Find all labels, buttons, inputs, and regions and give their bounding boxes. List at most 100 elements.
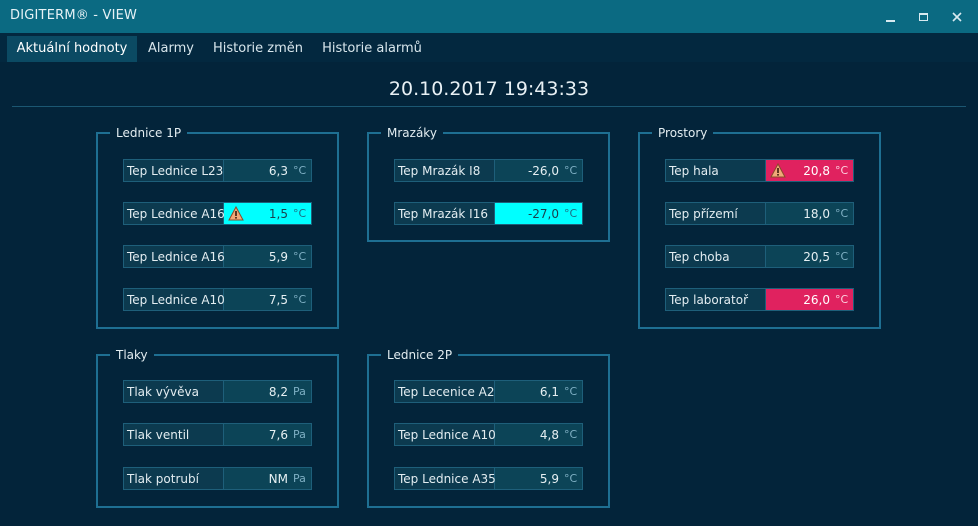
value: 7,5 bbox=[268, 293, 288, 307]
row-value-box: 8,2 Pa bbox=[224, 381, 311, 402]
unit: °C bbox=[293, 207, 307, 220]
value: 8,2 bbox=[268, 385, 288, 399]
close-button[interactable] bbox=[940, 0, 974, 33]
tab-bar: Aktuální hodnoty Alarmy Historie změn Hi… bbox=[0, 33, 978, 62]
warning-icon bbox=[770, 163, 786, 178]
value: 26,0 bbox=[803, 293, 830, 307]
row-label: Tep Lednice A35 bbox=[395, 468, 496, 489]
unit: °C bbox=[835, 164, 849, 177]
value: 20,8 bbox=[803, 164, 830, 178]
row-value-box: NM Pa bbox=[224, 468, 311, 489]
row-label: Tep Lednice L23 bbox=[124, 160, 224, 181]
row-value-box: 18,0 °C bbox=[766, 203, 853, 224]
row-label: Tep hala bbox=[666, 160, 766, 181]
unit: °C bbox=[835, 250, 849, 263]
tab-historie-zmen[interactable]: Historie změn bbox=[208, 36, 308, 62]
value: 5,9 bbox=[539, 472, 559, 486]
current-datetime: 20.10.2017 19:43:33 bbox=[388, 78, 590, 100]
row-value-box: 6,3 °C bbox=[224, 160, 311, 181]
value-row: Tep Lednice A10 7,5 °C bbox=[123, 288, 312, 311]
tab-historie-alarmu[interactable]: Historie alarmů bbox=[316, 36, 428, 62]
unit: °C bbox=[564, 207, 578, 220]
tab-alarmy[interactable]: Alarmy bbox=[141, 36, 201, 62]
unit: °C bbox=[835, 293, 849, 306]
unit: °C bbox=[564, 164, 578, 177]
row-value-box: 7,6 Pa bbox=[224, 424, 311, 445]
group-tlaky: Tlaky Tlak vývěva 8,2 Pa Tlak ventil 7,6… bbox=[96, 347, 339, 508]
group-title: Tlaky bbox=[110, 347, 154, 363]
row-value-box: 4,8 °C bbox=[495, 424, 582, 445]
value-row: Tep Lednice A35 5,9 °C bbox=[394, 467, 583, 490]
value-row: Tep Lednice L23 6,3 °C bbox=[123, 159, 312, 182]
value: 5,9 bbox=[268, 250, 288, 264]
row-value-box: 20,8 °C bbox=[766, 160, 853, 181]
row-value-box: 5,9 °C bbox=[224, 246, 311, 267]
unit: Pa bbox=[293, 472, 306, 485]
unit: °C bbox=[293, 250, 307, 263]
value-row: Tep Lecenice A23 6,1 °C bbox=[394, 380, 583, 403]
row-label: Tep Lednice A10 bbox=[124, 289, 225, 310]
group-title: Lednice 1P bbox=[110, 125, 188, 141]
group-prostory: Prostory Tep hala 20,8 °C Tep přízemí 18… bbox=[638, 125, 881, 329]
value: 6,3 bbox=[268, 164, 288, 178]
value: -27,0 bbox=[527, 207, 559, 221]
row-value-box: 1,5 °C bbox=[224, 203, 311, 224]
group-title: Prostory bbox=[652, 125, 714, 141]
unit: °C bbox=[564, 385, 578, 398]
minimize-icon bbox=[885, 19, 895, 22]
value-row: Tlak ventil 7,6 Pa bbox=[123, 423, 312, 446]
group-mrazaky: Mrazáky Tep Mrazák I8 -26,0 °C Tep Mrazá… bbox=[367, 125, 610, 242]
maximize-icon bbox=[918, 12, 928, 21]
unit: °C bbox=[293, 164, 307, 177]
minimize-button[interactable] bbox=[873, 0, 907, 33]
value: 6,1 bbox=[539, 385, 559, 399]
unit: °C bbox=[835, 207, 849, 220]
group-title: Mrazáky bbox=[381, 125, 443, 141]
maximize-button[interactable] bbox=[906, 0, 940, 33]
warning-icon bbox=[228, 206, 244, 221]
row-value-box: 6,1 °C bbox=[495, 381, 582, 402]
group-title: Lednice 2P bbox=[381, 347, 459, 363]
value-row: Tep choba 20,5 °C bbox=[665, 245, 854, 268]
row-label: Tep Lednice A16 bbox=[124, 203, 225, 224]
value-row: Tep laboratoř 26,0 °C bbox=[665, 288, 854, 311]
row-label: Tep laboratoř bbox=[666, 289, 766, 310]
value-row: Tep Lednice A16 5,9 °C bbox=[123, 245, 312, 268]
value-row: Tlak vývěva 8,2 Pa bbox=[123, 380, 312, 403]
value: 1,5 bbox=[268, 207, 288, 221]
row-label: Tep Lednice A16 bbox=[124, 246, 225, 267]
unit: Pa bbox=[293, 385, 306, 398]
tab-aktualni-hodnoty[interactable]: Aktuální hodnoty bbox=[7, 36, 137, 62]
value-row: Tep přízemí 18,0 °C bbox=[665, 202, 854, 225]
unit: °C bbox=[564, 428, 578, 441]
row-label: Tep choba bbox=[666, 246, 766, 267]
title-bar: DIGITERM® - VIEW bbox=[0, 0, 978, 33]
row-label: Tep Mrazák I16 bbox=[395, 203, 495, 224]
row-value-box: 7,5 °C bbox=[224, 289, 311, 310]
row-value-box: 5,9 °C bbox=[495, 468, 582, 489]
row-label: Tlak potrubí bbox=[124, 468, 224, 489]
row-label: Tep Mrazák I8 bbox=[395, 160, 495, 181]
row-label: Tep přízemí bbox=[666, 203, 766, 224]
value-row: Tep Lednice A16 1,5 °C bbox=[123, 202, 312, 225]
unit: °C bbox=[564, 472, 578, 485]
row-label: Tlak vývěva bbox=[124, 381, 224, 402]
app-title: DIGITERM® - VIEW bbox=[10, 8, 138, 23]
group-lednice-2p: Lednice 2P Tep Lecenice A23 6,1 °C Tep L… bbox=[367, 347, 610, 508]
row-value-box: -27,0 °C bbox=[495, 203, 582, 224]
value: -26,0 bbox=[527, 164, 559, 178]
unit: °C bbox=[293, 293, 307, 306]
value-row: Tep Lednice A10 4,8 °C bbox=[394, 423, 583, 446]
row-label: Tep Lednice A10 bbox=[395, 424, 496, 445]
value-row: Tep Mrazák I8 -26,0 °C bbox=[394, 159, 583, 182]
value: 7,6 bbox=[268, 428, 288, 442]
value-row: Tep Mrazák I16 -27,0 °C bbox=[394, 202, 583, 225]
row-value-box: 20,5 °C bbox=[766, 246, 853, 267]
unit: Pa bbox=[293, 428, 306, 441]
close-icon bbox=[952, 11, 962, 22]
value-row: Tlak potrubí NM Pa bbox=[123, 467, 312, 490]
value-row: Tep hala 20,8 °C bbox=[665, 159, 854, 182]
row-value-box: -26,0 °C bbox=[495, 160, 582, 181]
row-label: Tep Lecenice A23 bbox=[395, 381, 502, 402]
header-divider bbox=[12, 106, 966, 107]
